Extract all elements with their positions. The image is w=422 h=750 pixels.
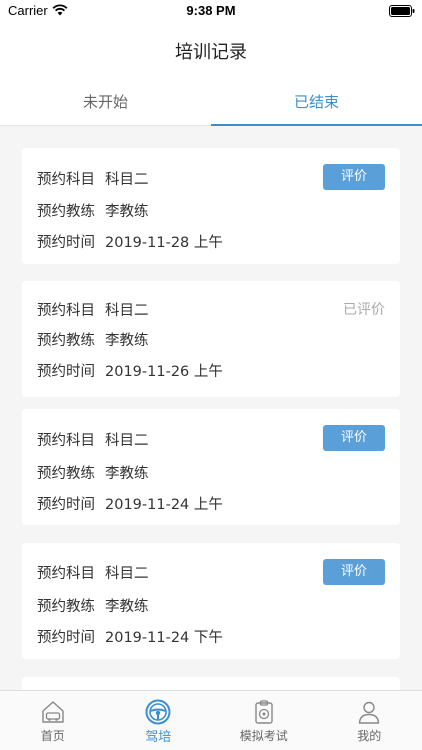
coach-value: 李教练 xyxy=(105,599,149,615)
record-card: 预约科目 科目二 预约教练 李教练 预约时间 2019-11-24 下午 评价 xyxy=(22,543,400,659)
tab-active-indicator xyxy=(211,124,422,126)
status-bar: Carrier 9:38 PM xyxy=(0,0,422,22)
subject-label: 预约科目 xyxy=(37,433,95,449)
status-time: 9:38 PM xyxy=(186,3,236,18)
exam-clipboard-icon xyxy=(255,700,273,724)
coach-row: 预约教练 李教练 xyxy=(37,329,149,350)
tabbar-item-mock-exam[interactable]: 模拟考试 xyxy=(211,691,317,750)
time-row: 预约时间 2019-11-24 上午 xyxy=(37,493,223,514)
subject-value: 科目二 xyxy=(105,172,149,188)
coach-row: 预约教练 李教练 xyxy=(37,462,149,483)
subject-value: 科目二 xyxy=(105,566,149,582)
subject-label: 预约科目 xyxy=(37,566,95,582)
review-button[interactable]: 评价 xyxy=(323,559,385,585)
time-value: 2019-11-24 下午 xyxy=(105,630,223,646)
coach-row: 预约教练 李教练 xyxy=(37,595,149,616)
subject-value: 科目二 xyxy=(105,433,149,449)
navigation-bar: 培训记录 xyxy=(0,22,422,78)
time-row: 预约时间 2019-11-26 上午 xyxy=(37,360,223,381)
steering-wheel-icon xyxy=(145,699,171,725)
subject-row: 预约科目 科目二 xyxy=(37,168,149,189)
coach-value: 李教练 xyxy=(105,333,149,349)
coach-row: 预约教练 李教练 xyxy=(37,200,149,221)
review-button[interactable]: 评价 xyxy=(323,425,385,451)
tabbar-label-profile: 我的 xyxy=(357,729,382,743)
subject-label: 预约科目 xyxy=(37,303,95,319)
reviewed-status: 已评价 xyxy=(343,302,385,318)
subject-value: 科目二 xyxy=(105,303,149,319)
subject-row: 预约科目 科目二 xyxy=(37,429,149,450)
time-value: 2019-11-28 上午 xyxy=(105,235,223,251)
coach-label: 预约教练 xyxy=(37,466,95,482)
coach-label: 预约教练 xyxy=(37,599,95,615)
tabbar-item-home[interactable]: 首页 xyxy=(0,691,106,750)
tabbar-item-profile[interactable]: 我的 xyxy=(317,691,422,750)
tabbar-item-training[interactable]: 驾培 xyxy=(106,691,212,750)
time-label: 预约时间 xyxy=(37,235,95,251)
record-card: 预约科目 科目二 预约教练 李教练 预约时间 2019-11-26 上午 已评价 xyxy=(22,281,400,397)
tabbar-label-training: 驾培 xyxy=(145,730,172,745)
record-tabs: 未开始 已结束 xyxy=(0,78,422,126)
tabbar-label-mock-exam: 模拟考试 xyxy=(239,729,288,743)
time-row: 预约时间 2019-11-24 下午 xyxy=(37,626,223,647)
profile-icon xyxy=(359,701,380,724)
tab-finished[interactable]: 已结束 xyxy=(211,78,422,126)
bottom-tab-bar: 首页 驾培 模拟考试 我的 xyxy=(0,690,422,750)
record-card: 预约科目 科目二 预约教练 李教练 预约时间 2019-11-28 上午 评价 xyxy=(22,148,400,264)
page-title: 培训记录 xyxy=(175,42,247,63)
coach-value: 李教练 xyxy=(105,466,149,482)
coach-label: 预约教练 xyxy=(37,333,95,349)
battery-icon xyxy=(389,5,415,17)
time-label: 预约时间 xyxy=(37,497,95,513)
tab-not-started[interactable]: 未开始 xyxy=(0,78,211,126)
time-label: 预约时间 xyxy=(37,630,95,646)
time-value: 2019-11-26 上午 xyxy=(105,364,223,380)
coach-value: 李教练 xyxy=(105,204,149,220)
subject-label: 预约科目 xyxy=(37,172,95,188)
time-label: 预约时间 xyxy=(37,364,95,380)
subject-row: 预约科目 科目二 xyxy=(37,562,149,583)
time-row: 预约时间 2019-11-28 上午 xyxy=(37,231,223,252)
record-card: 预约科目 科目二 预约教练 李教练 预约时间 2019-11-24 上午 评价 xyxy=(22,409,400,525)
home-icon xyxy=(42,701,64,723)
time-value: 2019-11-24 上午 xyxy=(105,497,223,513)
tabbar-label-home: 首页 xyxy=(40,729,65,743)
coach-label: 预约教练 xyxy=(37,204,95,220)
subject-row: 预约科目 科目二 xyxy=(37,299,149,320)
review-button[interactable]: 评价 xyxy=(323,164,385,190)
